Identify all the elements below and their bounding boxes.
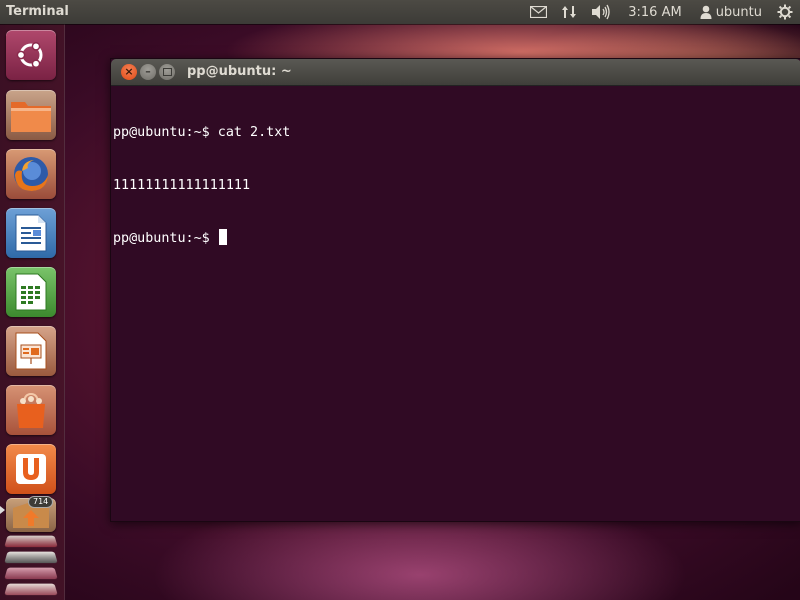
- folder-icon: [11, 102, 51, 132]
- top-panel: Terminal 3:16 AM ubuntu: [0, 0, 800, 24]
- launcher-ubuntu-one[interactable]: [6, 444, 56, 494]
- terminal-output[interactable]: pp@ubuntu:~$ cat 2.txt 11111111111111111…: [113, 89, 800, 521]
- window-title: pp@ubuntu: ~: [187, 64, 292, 79]
- window-controls: × –: [121, 64, 175, 80]
- power-gear-icon[interactable]: [770, 0, 800, 24]
- update-badge: 714: [28, 496, 54, 508]
- indicator-area: 3:16 AM ubuntu: [523, 0, 800, 24]
- close-button[interactable]: ×: [121, 64, 137, 80]
- minimize-icon: –: [145, 65, 151, 78]
- launcher-folded-item[interactable]: [4, 567, 58, 580]
- impress-icon: [15, 332, 47, 370]
- launcher-files[interactable]: [6, 90, 56, 140]
- launcher-libreoffice-impress[interactable]: [6, 326, 56, 376]
- launcher: 714: [0, 24, 65, 600]
- terminal-window[interactable]: × – pp@ubuntu: ~ pp@ubuntu:~$ cat 2.txt …: [110, 58, 800, 522]
- launcher-software-center[interactable]: [6, 385, 56, 435]
- active-app-title: Terminal: [6, 4, 69, 19]
- terminal-prompt-line[interactable]: pp@ubuntu:~$: [113, 229, 800, 247]
- clock[interactable]: 3:16 AM: [618, 0, 691, 24]
- writer-icon: [15, 214, 47, 252]
- launcher-folded-item[interactable]: [4, 551, 58, 564]
- launcher-folded-item[interactable]: [4, 535, 58, 548]
- ubuntu-logo-icon: [16, 41, 43, 69]
- calc-icon: [15, 273, 47, 311]
- ubuntu-one-icon: [16, 454, 46, 484]
- shopping-bag-icon: [17, 392, 45, 428]
- user-menu[interactable]: ubuntu: [692, 5, 770, 20]
- maximize-icon: [162, 68, 172, 76]
- minimize-button[interactable]: –: [140, 64, 156, 80]
- launcher-libreoffice-writer[interactable]: [6, 208, 56, 258]
- text-cursor: [218, 229, 227, 245]
- user-icon: [700, 5, 712, 19]
- firefox-icon: [14, 157, 48, 191]
- maximize-button[interactable]: [159, 64, 175, 80]
- window-titlebar[interactable]: × – pp@ubuntu: ~: [111, 59, 800, 86]
- terminal-line: pp@ubuntu:~$ cat 2.txt: [113, 125, 291, 140]
- terminal-line: 11111111111111111: [113, 177, 251, 193]
- launcher-folded-item[interactable]: [4, 583, 58, 596]
- mail-icon[interactable]: [523, 0, 554, 24]
- launcher-libreoffice-calc[interactable]: [6, 267, 56, 317]
- launcher-running-indicator: [0, 506, 5, 514]
- user-name: ubuntu: [715, 4, 762, 20]
- terminal-prompt: pp@ubuntu:~$: [113, 231, 218, 246]
- launcher-dash-home[interactable]: [6, 30, 56, 80]
- launcher-firefox[interactable]: [6, 149, 56, 199]
- volume-icon[interactable]: [584, 0, 618, 24]
- close-icon: ×: [124, 65, 134, 78]
- network-icon[interactable]: [554, 0, 584, 24]
